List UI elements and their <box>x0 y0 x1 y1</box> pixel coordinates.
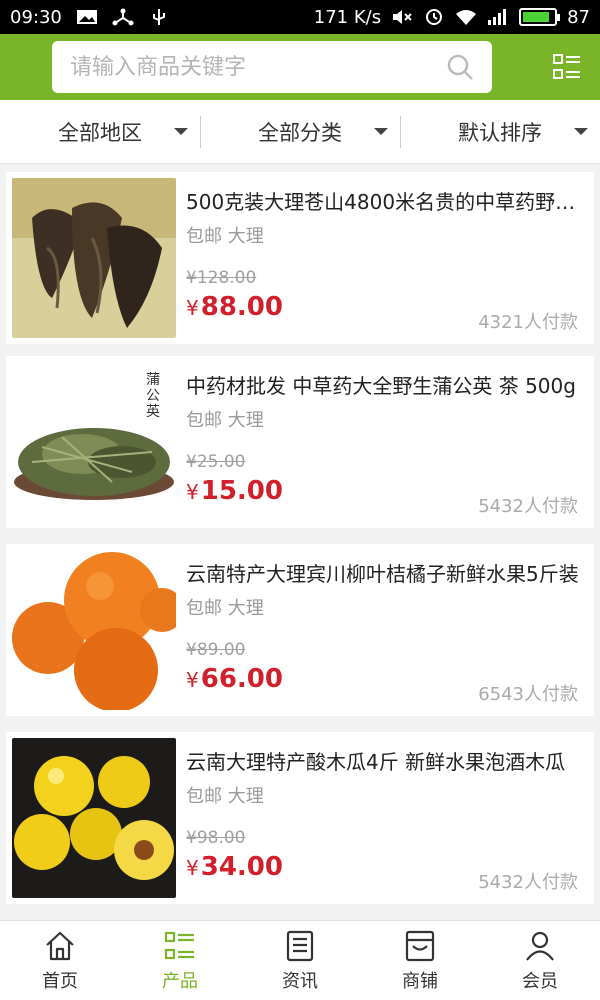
filter-bar: 全部地区 全部分类 默认排序 <box>0 100 600 164</box>
tab-products[interactable]: 产品 <box>120 921 240 1000</box>
battery-level: 87 <box>567 6 590 28</box>
tab-member[interactable]: 会员 <box>480 921 600 1000</box>
product-image-dried-herb[interactable] <box>12 178 176 338</box>
mute-icon <box>391 8 413 26</box>
wifi-icon <box>455 8 477 26</box>
original-price: ¥25.00 <box>186 452 246 472</box>
sale-price: ¥34.00 <box>186 852 283 882</box>
filter-category[interactable]: 全部分类 <box>200 100 400 163</box>
currency-symbol: ¥ <box>186 296 199 320</box>
shipping-tag: 包邮 大理 <box>186 786 264 807</box>
price-value: 15.00 <box>200 476 283 506</box>
filter-sort[interactable]: 默认排序 <box>400 100 600 163</box>
search-input[interactable] <box>70 54 430 80</box>
product-title[interactable]: 中药材批发 中草药大全野生蒲公英 茶 500g <box>186 370 582 399</box>
news-icon <box>286 930 314 961</box>
product-card[interactable]: 云南大理特产酸木瓜4斤 新鲜水果泡酒木瓜 包邮 大理 ¥98.00 ¥34.00… <box>6 732 594 904</box>
search-box[interactable] <box>52 41 492 93</box>
currency-symbol: ¥ <box>186 668 199 692</box>
products-icon <box>164 931 194 959</box>
currency-symbol: ¥ <box>186 856 199 880</box>
network-speed: 171 K/s <box>313 6 382 28</box>
tab-label: 首页 <box>42 970 78 992</box>
product-card[interactable]: 500克装大理苍山4800米名贵的中草药野生... 包邮 大理 ¥128.00 … <box>6 172 594 344</box>
battery-icon <box>519 8 561 26</box>
network-share-icon <box>112 8 134 26</box>
thumb-caption: 蒲公英 <box>146 372 160 420</box>
product-title[interactable]: 云南特产大理宾川柳叶桔橘子新鲜水果5斤装 <box>186 558 582 587</box>
tab-label: 商铺 <box>402 970 438 992</box>
shipping-tag: 包邮 大理 <box>186 598 264 619</box>
filter-label: 全部分类 <box>258 120 342 145</box>
usb-icon <box>148 8 170 26</box>
category-menu-icon[interactable] <box>552 52 582 82</box>
tab-label: 产品 <box>162 970 198 992</box>
product-image-oranges[interactable] <box>12 550 176 710</box>
product-card[interactable]: 蒲公英 中药材批发 中草药大全野生蒲公英 茶 500g 包邮 大理 ¥25.00… <box>6 356 594 528</box>
tab-news[interactable]: 资讯 <box>240 921 360 1000</box>
sale-price: ¥88.00 <box>186 292 283 322</box>
sold-count: 5432人付款 <box>478 872 578 893</box>
product-title[interactable]: 云南大理特产酸木瓜4斤 新鲜水果泡酒木瓜 <box>186 746 582 775</box>
header-bar <box>0 34 600 100</box>
price-value: 34.00 <box>200 852 283 882</box>
tab-label: 资讯 <box>282 970 318 992</box>
sold-count: 6543人付款 <box>478 684 578 705</box>
bottom-tab-bar: 首页 产品 资讯 商铺 会员 <box>0 920 600 1000</box>
original-price: ¥89.00 <box>186 640 246 660</box>
original-price: ¥98.00 <box>186 828 246 848</box>
home-icon <box>46 931 74 960</box>
tab-label: 会员 <box>522 970 558 992</box>
filter-label: 默认排序 <box>458 120 542 145</box>
image-notification-icon <box>76 8 98 26</box>
tab-home[interactable]: 首页 <box>0 921 120 1000</box>
caret-down-icon <box>574 128 588 135</box>
shipping-tag: 包邮 大理 <box>186 410 264 431</box>
shop-icon <box>405 930 435 961</box>
price-value: 66.00 <box>200 664 283 694</box>
sale-price: ¥66.00 <box>186 664 283 694</box>
currency-symbol: ¥ <box>186 480 199 504</box>
original-price: ¥128.00 <box>186 268 257 288</box>
sale-price: ¥15.00 <box>186 476 283 506</box>
search-icon[interactable] <box>446 53 474 81</box>
filter-label: 全部地区 <box>58 120 142 145</box>
clock: 09:30 <box>10 6 62 28</box>
member-icon <box>526 931 554 961</box>
caret-down-icon <box>374 128 388 135</box>
alarm-icon <box>423 8 445 26</box>
sold-count: 4321人付款 <box>478 312 578 333</box>
product-image-dandelion-tea[interactable]: 蒲公英 <box>12 362 176 522</box>
filter-region[interactable]: 全部地区 <box>0 100 200 163</box>
sold-count: 5432人付款 <box>478 496 578 517</box>
status-bar: 09:30 171 K/s 87 <box>0 0 600 34</box>
shipping-tag: 包邮 大理 <box>186 226 264 247</box>
product-title[interactable]: 500克装大理苍山4800米名贵的中草药野生... <box>186 186 582 215</box>
tab-shop[interactable]: 商铺 <box>360 921 480 1000</box>
caret-down-icon <box>174 128 188 135</box>
product-image-quince[interactable] <box>12 738 176 898</box>
signal-icon <box>487 8 509 26</box>
product-card[interactable]: 云南特产大理宾川柳叶桔橘子新鲜水果5斤装 包邮 大理 ¥89.00 ¥66.00… <box>6 544 594 716</box>
price-value: 88.00 <box>200 292 283 322</box>
